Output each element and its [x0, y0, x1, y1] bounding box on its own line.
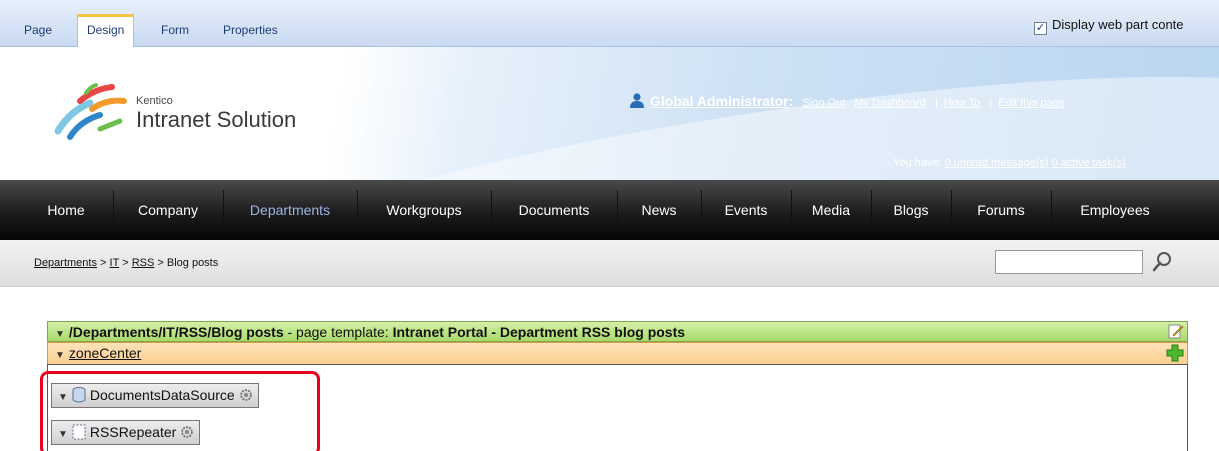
nav-divider — [1051, 190, 1052, 232]
tab-properties[interactable]: Properties — [223, 14, 278, 44]
user-bar: Global Administrator: Sign Out My Dashbo… — [630, 93, 1065, 109]
breadcrumb-it[interactable]: IT — [110, 257, 120, 269]
main-nav: Home Company Departments Workgroups Docu… — [0, 180, 1219, 240]
breadcrumb-separator: > — [100, 257, 107, 269]
collapse-triangle-icon[interactable]: ▼ — [55, 329, 65, 340]
nav-item-company[interactable]: Company — [122, 180, 214, 240]
nav-item-documents[interactable]: Documents — [500, 180, 608, 240]
unread-messages-link[interactable]: 0 unread message(s) — [945, 157, 1049, 169]
tab-page[interactable]: Page — [24, 14, 52, 44]
nav-item-blogs[interactable]: Blogs — [880, 180, 942, 240]
nav-item-media[interactable]: Media — [800, 180, 862, 240]
site-header: Kentico Intranet Solution Global Adminis… — [0, 47, 1219, 180]
kentico-logo-icon — [54, 83, 127, 140]
page-root: { "mode_tabs": ["Page", "Design", "Form"… — [0, 0, 1219, 451]
user-icon — [630, 93, 644, 108]
add-webpart-icon[interactable] — [1166, 344, 1184, 362]
messages-bar: You have: 0 unread message(s) 0 active t… — [893, 157, 1126, 169]
edit-template-icon[interactable] — [1168, 323, 1184, 339]
nav-item-departments[interactable]: Departments — [232, 180, 348, 240]
tab-design[interactable]: Design — [77, 14, 135, 48]
nav-item-events[interactable]: Events — [710, 180, 782, 240]
collapse-triangle-icon[interactable]: ▼ — [55, 350, 65, 361]
nav-divider — [357, 190, 358, 232]
mode-tabbar: Page Design Form Properties ✓ Display web… — [0, 0, 1219, 48]
messages-prefix: You have: — [893, 157, 942, 169]
highlight-box — [40, 371, 320, 451]
nav-divider — [791, 190, 792, 232]
how-to-link[interactable]: How To — [944, 97, 980, 109]
active-tasks-link[interactable]: 0 active task(s) — [1052, 157, 1126, 169]
edit-page-link[interactable]: Edit this page — [998, 97, 1065, 109]
user-name-link[interactable]: Global Administrator — [650, 93, 789, 109]
sign-out-link[interactable]: Sign Out — [802, 97, 845, 109]
my-dashboard-link[interactable]: My Dashboard — [854, 97, 926, 109]
nav-item-forums[interactable]: Forums — [960, 180, 1042, 240]
nav-divider — [951, 190, 952, 232]
search-icon[interactable] — [1151, 251, 1173, 273]
nav-item-news[interactable]: News — [626, 180, 692, 240]
template-name: Intranet Portal - Department RSS blog po… — [392, 324, 686, 340]
breadcrumb-separator: > — [122, 257, 129, 269]
page-template-bar[interactable]: ▼/Departments/IT/RSS/Blog posts - page t… — [47, 321, 1188, 342]
breadcrumb: Departments > IT > RSS > Blog posts — [34, 257, 218, 269]
breadcrumb-current: Blog posts — [166, 257, 219, 269]
nav-divider — [701, 190, 702, 232]
breadcrumb-bar: Departments > IT > RSS > Blog posts — [0, 240, 1219, 287]
checkbox-icon[interactable]: ✓ — [1034, 22, 1047, 35]
template-label: - page template: — [283, 324, 393, 340]
brand-small: Kentico — [136, 95, 173, 107]
nav-divider — [871, 190, 872, 232]
search-input[interactable] — [995, 250, 1143, 274]
nav-divider — [617, 190, 618, 232]
separator: | — [934, 97, 938, 109]
nav-divider — [491, 190, 492, 232]
zone-name[interactable]: zoneCenter — [69, 345, 141, 361]
breadcrumb-departments[interactable]: Departments — [34, 257, 97, 269]
user-colon: : — [788, 93, 794, 109]
nav-divider — [113, 190, 114, 232]
nav-item-home[interactable]: Home — [34, 180, 98, 240]
template-path: /Departments/IT/RSS/Blog posts — [68, 324, 284, 340]
tab-form[interactable]: Form — [161, 14, 189, 44]
separator: | — [989, 97, 993, 109]
display-option-label: Display web part conte — [1052, 17, 1184, 32]
nav-divider — [223, 190, 224, 232]
nav-item-employees[interactable]: Employees — [1060, 180, 1170, 240]
display-webpart-option[interactable]: ✓ Display web part conte — [1034, 17, 1184, 35]
nav-item-workgroups[interactable]: Workgroups — [366, 180, 482, 240]
brand-title: Intranet Solution — [136, 107, 297, 132]
breadcrumb-separator: > — [157, 257, 164, 269]
breadcrumb-rss[interactable]: RSS — [132, 257, 155, 269]
